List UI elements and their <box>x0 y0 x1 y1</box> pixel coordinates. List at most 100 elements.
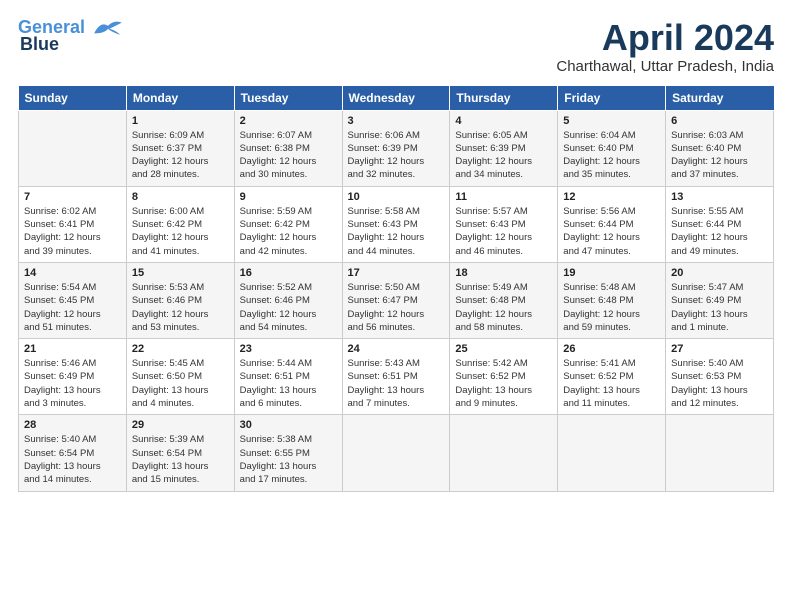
day-info: Sunrise: 6:04 AM Sunset: 6:40 PM Dayligh… <box>563 129 660 182</box>
day-number: 26 <box>563 343 660 355</box>
calendar-cell: 12Sunrise: 5:56 AM Sunset: 6:44 PM Dayli… <box>558 186 666 262</box>
calendar-table: SundayMondayTuesdayWednesdayThursdayFrid… <box>18 85 774 492</box>
weekday-header-tuesday: Tuesday <box>234 85 342 110</box>
logo-line2: Blue <box>20 34 59 55</box>
calendar-cell: 28 Sunrise: 5:40 AM Sunset: 6:54 PM Dayli… <box>19 415 127 491</box>
day-number: 10 <box>348 191 445 203</box>
calendar-cell <box>342 415 450 491</box>
day-number: 11 <box>455 191 552 203</box>
calendar-cell: 30 Sunrise: 5:38 AM Sunset: 6:55 PM Dayli… <box>234 415 342 491</box>
calendar-cell: 23 Sunrise: 5:44 AM Sunset: 6:51 PM Dayli… <box>234 339 342 415</box>
week-row-1: 1Sunrise: 6:09 AM Sunset: 6:37 PM Daylig… <box>19 110 774 186</box>
calendar-cell: 8 Sunrise: 6:00 AM Sunset: 6:42 PM Daylig… <box>126 186 234 262</box>
day-info: Sunrise: 5:38 AM Sunset: 6:55 PM Dayligh… <box>240 433 337 486</box>
day-number: 15 <box>132 267 229 279</box>
calendar-cell: 29 Sunrise: 5:39 AM Sunset: 6:54 PM Dayli… <box>126 415 234 491</box>
title-block: April 2024 Charthawal, Uttar Pradesh, In… <box>556 18 774 75</box>
calendar-cell: 14 Sunrise: 5:54 AM Sunset: 6:45 PM Dayli… <box>19 262 127 338</box>
day-number: 16 <box>240 267 337 279</box>
week-row-2: 7 Sunrise: 6:02 AM Sunset: 6:41 PM Daylig… <box>19 186 774 262</box>
day-info: Sunrise: 5:59 AM Sunset: 6:42 PM Dayligh… <box>240 205 337 258</box>
week-row-5: 28 Sunrise: 5:40 AM Sunset: 6:54 PM Dayli… <box>19 415 774 491</box>
day-number: 28 <box>24 419 121 431</box>
day-info: Sunrise: 5:54 AM Sunset: 6:45 PM Dayligh… <box>24 281 121 334</box>
weekday-header-sunday: Sunday <box>19 85 127 110</box>
calendar-cell: 26Sunrise: 5:41 AM Sunset: 6:52 PM Dayli… <box>558 339 666 415</box>
week-row-3: 14 Sunrise: 5:54 AM Sunset: 6:45 PM Dayli… <box>19 262 774 338</box>
calendar-cell: 13Sunrise: 5:55 AM Sunset: 6:44 PM Dayli… <box>666 186 774 262</box>
calendar-cell: 10 Sunrise: 5:58 AM Sunset: 6:43 PM Dayli… <box>342 186 450 262</box>
logo: General Blue <box>18 18 124 55</box>
day-info: Sunrise: 5:43 AM Sunset: 6:51 PM Dayligh… <box>348 357 445 410</box>
week-row-4: 21 Sunrise: 5:46 AM Sunset: 6:49 PM Dayli… <box>19 339 774 415</box>
day-info: Sunrise: 6:07 AM Sunset: 6:38 PM Dayligh… <box>240 129 337 182</box>
day-number: 19 <box>563 267 660 279</box>
day-info: Sunrise: 5:45 AM Sunset: 6:50 PM Dayligh… <box>132 357 229 410</box>
calendar-cell: 2 Sunrise: 6:07 AM Sunset: 6:38 PM Daylig… <box>234 110 342 186</box>
day-number: 9 <box>240 191 337 203</box>
day-number: 7 <box>24 191 121 203</box>
day-number: 5 <box>563 115 660 127</box>
calendar-cell <box>19 110 127 186</box>
day-info: Sunrise: 6:09 AM Sunset: 6:37 PM Dayligh… <box>132 129 229 182</box>
day-number: 22 <box>132 343 229 355</box>
day-info: Sunrise: 5:40 AM Sunset: 6:53 PM Dayligh… <box>671 357 768 410</box>
day-number: 23 <box>240 343 337 355</box>
day-number: 14 <box>24 267 121 279</box>
day-number: 3 <box>348 115 445 127</box>
calendar-cell: 16 Sunrise: 5:52 AM Sunset: 6:46 PM Dayli… <box>234 262 342 338</box>
day-info: Sunrise: 5:50 AM Sunset: 6:47 PM Dayligh… <box>348 281 445 334</box>
calendar-cell: 27Sunrise: 5:40 AM Sunset: 6:53 PM Dayli… <box>666 339 774 415</box>
weekday-header-wednesday: Wednesday <box>342 85 450 110</box>
weekday-header-monday: Monday <box>126 85 234 110</box>
day-number: 24 <box>348 343 445 355</box>
day-info: Sunrise: 5:52 AM Sunset: 6:46 PM Dayligh… <box>240 281 337 334</box>
day-number: 18 <box>455 267 552 279</box>
day-number: 8 <box>132 191 229 203</box>
day-info: Sunrise: 5:44 AM Sunset: 6:51 PM Dayligh… <box>240 357 337 410</box>
day-info: Sunrise: 5:49 AM Sunset: 6:48 PM Dayligh… <box>455 281 552 334</box>
day-info: Sunrise: 6:05 AM Sunset: 6:39 PM Dayligh… <box>455 129 552 182</box>
day-number: 29 <box>132 419 229 431</box>
weekday-header-row: SundayMondayTuesdayWednesdayThursdayFrid… <box>19 85 774 110</box>
day-number: 30 <box>240 419 337 431</box>
day-number: 2 <box>240 115 337 127</box>
day-info: Sunrise: 6:03 AM Sunset: 6:40 PM Dayligh… <box>671 129 768 182</box>
header: General Blue April 2024 Charthawal, Utta… <box>18 18 774 75</box>
calendar-cell: 1Sunrise: 6:09 AM Sunset: 6:37 PM Daylig… <box>126 110 234 186</box>
calendar-cell: 4 Sunrise: 6:05 AM Sunset: 6:39 PM Daylig… <box>450 110 558 186</box>
calendar-cell: 3Sunrise: 6:06 AM Sunset: 6:39 PM Daylig… <box>342 110 450 186</box>
day-info: Sunrise: 5:46 AM Sunset: 6:49 PM Dayligh… <box>24 357 121 410</box>
day-number: 20 <box>671 267 768 279</box>
day-number: 21 <box>24 343 121 355</box>
day-number: 17 <box>348 267 445 279</box>
calendar-cell <box>558 415 666 491</box>
day-number: 4 <box>455 115 552 127</box>
day-info: Sunrise: 5:58 AM Sunset: 6:43 PM Dayligh… <box>348 205 445 258</box>
day-number: 6 <box>671 115 768 127</box>
calendar-cell <box>450 415 558 491</box>
day-number: 13 <box>671 191 768 203</box>
calendar-cell: 21 Sunrise: 5:46 AM Sunset: 6:49 PM Dayli… <box>19 339 127 415</box>
day-info: Sunrise: 5:39 AM Sunset: 6:54 PM Dayligh… <box>132 433 229 486</box>
day-info: Sunrise: 5:40 AM Sunset: 6:54 PM Dayligh… <box>24 433 121 486</box>
day-info: Sunrise: 5:48 AM Sunset: 6:48 PM Dayligh… <box>563 281 660 334</box>
calendar-cell: 6 Sunrise: 6:03 AM Sunset: 6:40 PM Daylig… <box>666 110 774 186</box>
day-info: Sunrise: 6:02 AM Sunset: 6:41 PM Dayligh… <box>24 205 121 258</box>
calendar-cell: 7 Sunrise: 6:02 AM Sunset: 6:41 PM Daylig… <box>19 186 127 262</box>
calendar-cell: 22 Sunrise: 5:45 AM Sunset: 6:50 PM Dayli… <box>126 339 234 415</box>
calendar-cell: 15Sunrise: 5:53 AM Sunset: 6:46 PM Dayli… <box>126 262 234 338</box>
weekday-header-friday: Friday <box>558 85 666 110</box>
calendar-cell: 17 Sunrise: 5:50 AM Sunset: 6:47 PM Dayli… <box>342 262 450 338</box>
day-info: Sunrise: 5:42 AM Sunset: 6:52 PM Dayligh… <box>455 357 552 410</box>
calendar-cell: 5 Sunrise: 6:04 AM Sunset: 6:40 PM Daylig… <box>558 110 666 186</box>
weekday-header-thursday: Thursday <box>450 85 558 110</box>
calendar-cell <box>666 415 774 491</box>
calendar-cell: 20Sunrise: 5:47 AM Sunset: 6:49 PM Dayli… <box>666 262 774 338</box>
calendar-cell: 11Sunrise: 5:57 AM Sunset: 6:43 PM Dayli… <box>450 186 558 262</box>
day-number: 25 <box>455 343 552 355</box>
day-info: Sunrise: 6:00 AM Sunset: 6:42 PM Dayligh… <box>132 205 229 258</box>
day-info: Sunrise: 5:56 AM Sunset: 6:44 PM Dayligh… <box>563 205 660 258</box>
calendar-cell: 24 Sunrise: 5:43 AM Sunset: 6:51 PM Dayli… <box>342 339 450 415</box>
month-title: April 2024 <box>556 18 774 58</box>
